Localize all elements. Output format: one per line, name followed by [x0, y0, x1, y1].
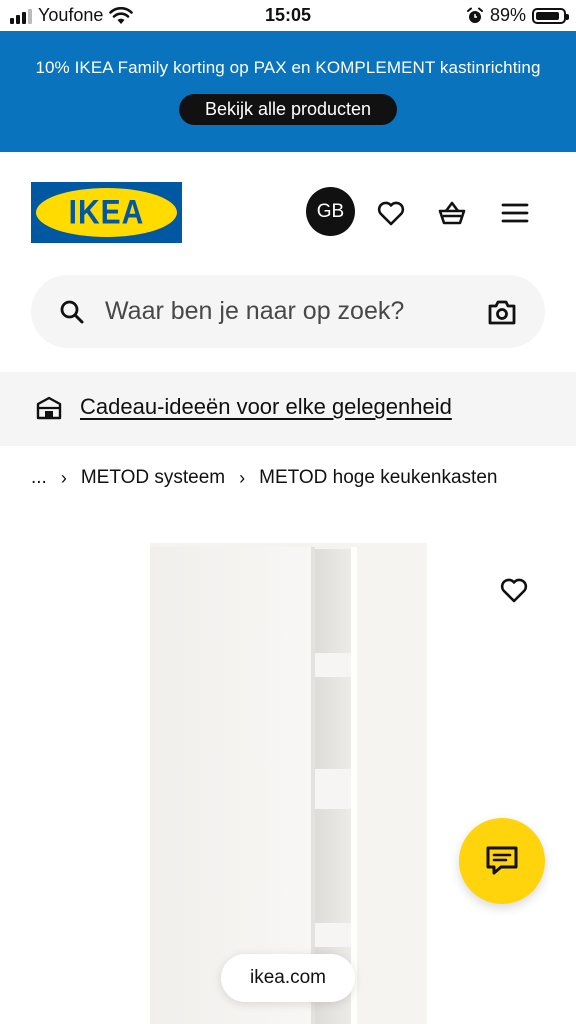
chat-button[interactable]	[459, 818, 545, 904]
camera-icon[interactable]	[487, 298, 517, 326]
search-icon	[60, 300, 84, 324]
battery-percent: 89%	[489, 5, 526, 25]
logo-ellipse: IKEA	[36, 188, 177, 237]
promo-text: 10% IKEA Family korting op PAX en KOMPLE…	[35, 58, 541, 77]
breadcrumb-item-metod-hoge-keukenkasten[interactable]: METOD hoge keukenkasten	[259, 467, 497, 489]
ikea-logo[interactable]: IKEA	[31, 182, 182, 243]
chevron-right-icon: ›	[239, 467, 246, 488]
breadcrumb-item-ellipsis[interactable]: ...	[31, 467, 47, 489]
alarm-icon	[466, 7, 483, 23]
wishlist-heart-icon[interactable]	[499, 576, 529, 604]
chat-bubble-icon	[486, 846, 518, 875]
battery-icon	[532, 7, 569, 24]
gift-box-icon	[36, 396, 62, 420]
gift-ideas-banner: Cadeau-ideeën voor elke gelegenheid	[0, 372, 576, 446]
logo-text: IKEA	[68, 192, 145, 231]
search-input[interactable]	[105, 275, 475, 348]
menu-icon[interactable]	[500, 198, 530, 228]
profile-avatar[interactable]: GB	[306, 187, 355, 236]
heart-icon[interactable]	[376, 198, 406, 228]
status-right: 89%	[466, 5, 569, 26]
battery-level	[536, 11, 560, 20]
breadcrumb-item-metod-systeem[interactable]: METOD systeem	[81, 467, 225, 489]
product-image-area[interactable]	[0, 520, 576, 1024]
promo-banner: 10% IKEA Family korting op PAX en KOMPLE…	[0, 31, 576, 152]
view-all-products-button[interactable]: Bekijk alle producten	[179, 94, 397, 125]
search-bar[interactable]	[31, 275, 545, 348]
breadcrumb: ... › METOD systeem › METOD hoge keukenk…	[31, 467, 497, 489]
browser-url-pill[interactable]: ikea.com	[221, 954, 355, 1002]
chevron-right-icon: ›	[60, 467, 67, 488]
status-bar: Youfone 15:05 89%	[0, 0, 576, 31]
basket-icon[interactable]	[437, 198, 467, 228]
gift-ideas-link[interactable]: Cadeau-ideeën voor elke gelegenheid	[80, 394, 452, 420]
product-image	[150, 543, 427, 1024]
